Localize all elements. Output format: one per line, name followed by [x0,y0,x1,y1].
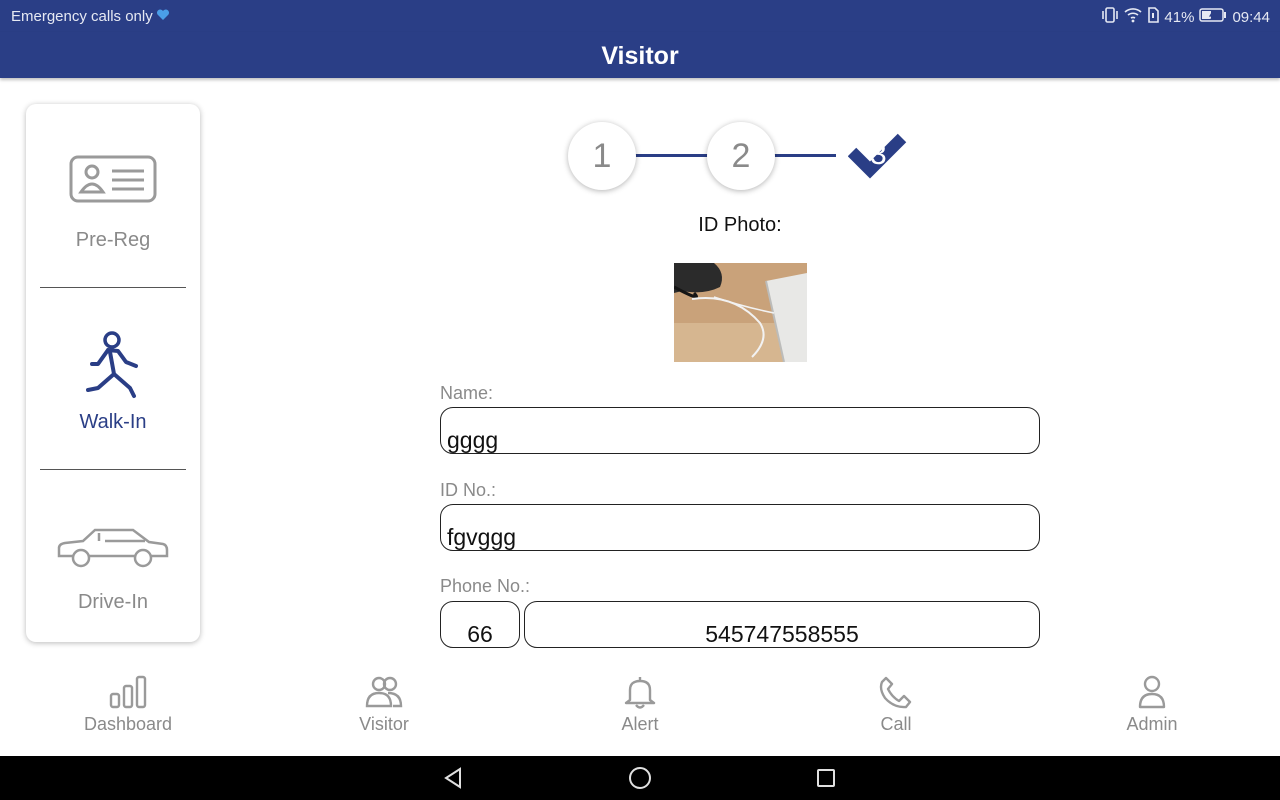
divider [40,287,186,288]
phone-number-field[interactable]: 545747558555 [524,601,1040,648]
id-photo-label: ID Photo: [698,214,782,236]
status-right: 41% 09:44 [1101,7,1270,27]
mode-pre-reg[interactable]: Pre-Reg [26,154,200,252]
battery-percent: 41% [1164,8,1195,26]
progress-stepper: 1 2 3 [568,122,928,190]
status-left: Emergency calls only [11,8,170,25]
id-number-field[interactable]: fgvggg [440,504,1040,551]
id-card-icon [68,155,158,210]
home-icon[interactable] [628,766,652,790]
wifi-icon [1124,7,1142,27]
tab-alert[interactable]: Alert [570,674,710,735]
phone-country-code-field[interactable]: 66 [440,601,520,648]
heart-icon [156,8,170,25]
bottom-tab-bar: Dashboard Visitor Alert Call Admin [0,664,1280,756]
phone-icon [879,676,912,709]
people-icon [365,676,403,708]
visit-mode-card: Pre-Reg Walk-In Drive-In [26,104,200,642]
mode-walk-in[interactable]: Walk-In [26,330,200,434]
battery-icon [1199,8,1227,26]
tab-label: Call [880,714,912,734]
clock: 09:44 [1232,8,1270,26]
sim-icon [1147,7,1160,27]
tab-dashboard[interactable]: Dashboard [58,674,198,735]
mode-drive-in[interactable]: Drive-In [26,526,200,614]
tab-label: Alert [621,714,659,734]
system-nav-bar [0,756,1280,800]
tab-label: Dashboard [83,714,173,734]
user-icon [1138,675,1166,709]
tab-admin[interactable]: Admin [1082,674,1222,735]
step-3-number: 3 [870,138,887,171]
bell-icon [624,677,656,709]
carrier-text: Emergency calls only [11,8,153,25]
step-connector [772,154,836,157]
step-connector [632,154,712,157]
bar-chart-icon [109,675,147,709]
step-1: 1 [568,122,636,190]
mode-label: Drive-In [77,591,148,613]
id-photo[interactable] [674,263,807,362]
step-3-completed: 3 [847,132,908,182]
back-icon[interactable] [442,767,464,789]
page-title: Visitor [0,32,1280,78]
recents-icon[interactable] [816,768,836,788]
name-value: gggg [447,427,499,453]
walking-person-icon [80,331,146,404]
mode-label: Walk-In [79,411,147,433]
mode-label: Pre-Reg [75,229,151,251]
tab-call[interactable]: Call [826,674,966,735]
name-field[interactable]: gggg [440,407,1040,454]
tab-label: Admin [1126,714,1178,734]
status-bar: Emergency calls only 41% 09:44 [0,0,1280,32]
id-number-value: fgvggg [447,524,517,550]
car-icon [55,528,171,574]
phone-number: 545747558555 [705,621,859,647]
tab-label: Visitor [359,714,409,734]
phone-label: Phone No.: [440,576,531,596]
step-2: 2 [707,122,775,190]
name-label: Name: [440,383,494,403]
divider [40,469,186,470]
id-number-label: ID No.: [440,480,497,500]
tab-visitor[interactable]: Visitor [314,674,454,735]
vibrate-icon [1101,7,1119,27]
phone-country-code: 66 [467,621,493,647]
